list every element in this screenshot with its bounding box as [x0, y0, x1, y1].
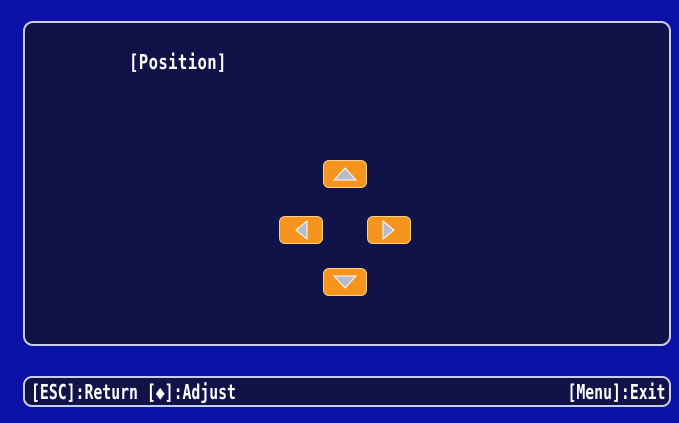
move-up-button[interactable] [323, 160, 367, 188]
adjust-label: :Adjust [173, 380, 236, 404]
triangle-up-icon [333, 167, 357, 181]
help-right: [Menu]:Exit [567, 380, 665, 404]
adjust-close-bracket: ] [164, 380, 174, 404]
triangle-left-icon [295, 220, 308, 240]
move-right-button[interactable] [367, 216, 411, 244]
return-label: :Return [75, 380, 138, 404]
esc-key-hint[interactable]: [ESC] [31, 380, 76, 404]
move-left-button[interactable] [279, 216, 323, 244]
help-left: [ESC]:Return [◆]:Adjust [31, 380, 236, 404]
page-title: [Position] [129, 50, 227, 74]
help-bar: [ESC]:Return [◆]:Adjust [Menu]:Exit [23, 376, 671, 407]
menu-key-hint[interactable]: [Menu] [567, 380, 620, 404]
triangle-down-icon [333, 275, 357, 289]
triangle-right-icon [382, 220, 395, 240]
adjust-open-bracket: [ [146, 380, 156, 404]
move-down-button[interactable] [323, 268, 367, 296]
position-panel: [Position] [23, 21, 671, 346]
exit-label: :Exit [620, 380, 665, 404]
four-way-arrow-icon: ◆ [155, 380, 165, 404]
